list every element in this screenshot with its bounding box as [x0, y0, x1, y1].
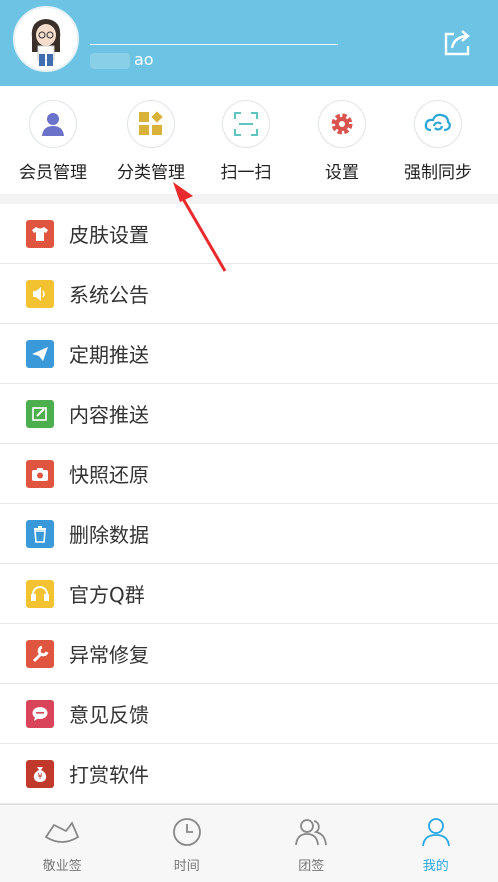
quick-label: 扫一扫 [198, 158, 294, 183]
menu-item-system-notice[interactable]: 系统公告 [0, 264, 498, 324]
wrench-icon [26, 640, 54, 668]
clock-icon [171, 817, 203, 847]
note-icon [44, 817, 80, 847]
menu-label: 快照还原 [69, 459, 149, 488]
tab-label: 团签 [249, 855, 374, 874]
menu-item-repair[interactable]: 异常修复 [0, 624, 498, 684]
person-icon [29, 100, 77, 148]
tab-notes[interactable]: 敬业签 [0, 805, 125, 882]
menu-item-snapshot-restore[interactable]: 快照还原 [0, 444, 498, 504]
avatar-illustration [15, 8, 77, 70]
tab-label: 我的 [374, 855, 498, 874]
username-suffix: ao [134, 50, 154, 69]
chat-bubble-icon [26, 700, 54, 728]
shirt-icon [26, 220, 54, 248]
camera-icon [26, 460, 54, 488]
menu-item-donate[interactable]: ¥ 打赏软件 [0, 744, 498, 804]
quick-actions: 会员管理 分类管理 扫一扫 设置 强制同步 [0, 86, 498, 194]
svg-text:¥: ¥ [37, 772, 42, 781]
menu-label: 删除数据 [69, 519, 149, 548]
money-bag-icon: ¥ [26, 760, 54, 788]
paper-plane-icon [26, 340, 54, 368]
quick-scan[interactable]: 扫一扫 [198, 100, 294, 183]
edit-icon [26, 400, 54, 428]
quick-member-management[interactable]: 会员管理 [5, 100, 101, 183]
menu-label: 系统公告 [69, 279, 149, 308]
username[interactable]: ao [90, 50, 154, 69]
team-icon [293, 817, 329, 847]
menu-label: 打赏软件 [69, 759, 149, 788]
menu-label: 内容推送 [69, 399, 149, 428]
username-underline [90, 44, 338, 45]
user-icon [420, 817, 452, 847]
quick-label: 强制同步 [390, 158, 486, 183]
quick-settings[interactable]: 设置 [294, 100, 390, 183]
tab-label: 敬业签 [0, 855, 125, 874]
quick-force-sync[interactable]: 强制同步 [390, 100, 486, 183]
menu-label: 意见反馈 [69, 699, 149, 728]
menu-item-delete-data[interactable]: 删除数据 [0, 504, 498, 564]
menu-label: 官方Q群 [69, 579, 145, 608]
tab-time[interactable]: 时间 [125, 805, 250, 882]
quick-label: 设置 [294, 158, 390, 183]
headset-icon [26, 580, 54, 608]
avatar[interactable] [13, 6, 79, 72]
menu-label: 异常修复 [69, 639, 149, 668]
scan-icon [222, 100, 270, 148]
menu-item-official-qq-group[interactable]: 官方Q群 [0, 564, 498, 624]
speaker-icon [26, 280, 54, 308]
menu-item-feedback[interactable]: 意见反馈 [0, 684, 498, 744]
menu-item-scheduled-push[interactable]: 定期推送 [0, 324, 498, 384]
trash-icon [26, 520, 54, 548]
tab-team[interactable]: 团签 [249, 805, 374, 882]
tab-label: 时间 [125, 855, 250, 874]
bottom-tab-bar: 敬业签 时间 团签 我的 [0, 804, 498, 882]
menu-label: 定期推送 [69, 339, 149, 368]
profile-header: ao [0, 0, 498, 86]
settings-menu: 皮肤设置 系统公告 定期推送 内容推送 快照还原 删除数据 官方Q群 [0, 204, 498, 804]
gear-icon [318, 100, 366, 148]
category-icon [127, 100, 175, 148]
share-icon[interactable] [440, 26, 474, 60]
quick-label: 会员管理 [5, 158, 101, 183]
menu-item-content-push[interactable]: 内容推送 [0, 384, 498, 444]
quick-category-management[interactable]: 分类管理 [103, 100, 199, 183]
quick-label: 分类管理 [103, 158, 199, 183]
menu-item-skin-settings[interactable]: 皮肤设置 [0, 204, 498, 264]
tab-mine[interactable]: 我的 [374, 805, 498, 882]
sync-icon [414, 100, 462, 148]
redacted-text [90, 53, 130, 69]
menu-label: 皮肤设置 [69, 219, 149, 248]
